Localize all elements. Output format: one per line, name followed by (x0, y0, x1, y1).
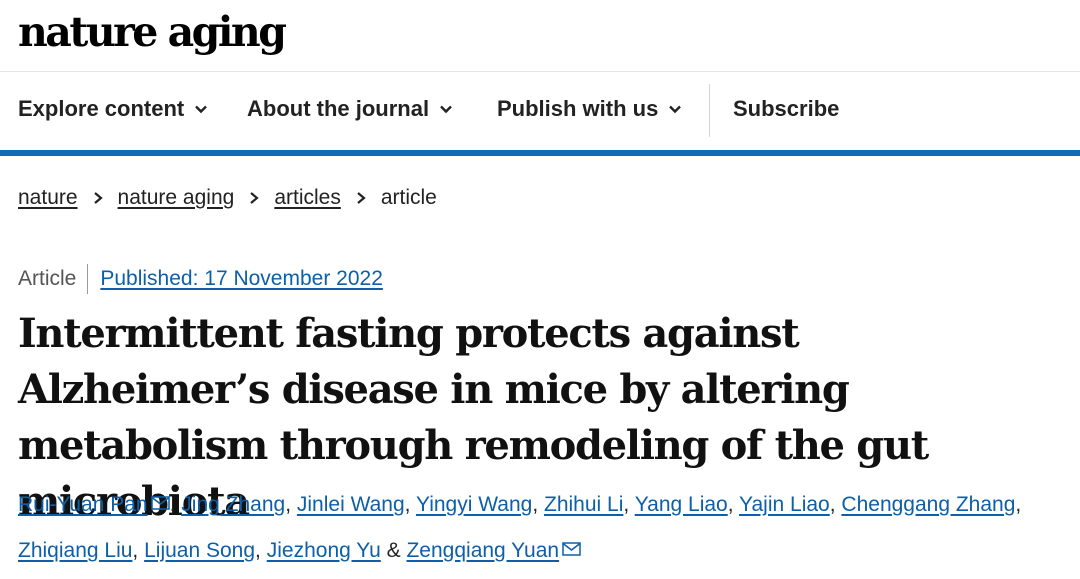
author-separator-last: & (386, 539, 401, 562)
article-type: Article (18, 267, 77, 290)
author-separator: , (404, 493, 411, 516)
header: nature aging (0, 0, 1080, 72)
author-link[interactable]: Zhihui Li (544, 493, 623, 516)
article-meta: Article Published: 17 November 2022 (18, 264, 383, 294)
author-separator: , (623, 493, 630, 516)
author-link[interactable]: Zhiqiang Liu (18, 539, 132, 562)
author-link[interactable]: Yang Liao (635, 493, 728, 516)
accent-rule (0, 150, 1080, 156)
author-separator: , (169, 493, 176, 516)
main-nav: Explore content About the journal Publis… (0, 72, 1080, 150)
author-separator: , (532, 493, 539, 516)
chevron-down-icon (669, 105, 682, 114)
subscribe-link[interactable]: Subscribe (733, 96, 839, 122)
author-separator: , (132, 539, 139, 562)
nav-publish-with-us[interactable]: Publish with us (497, 96, 682, 122)
envelope-icon[interactable] (150, 496, 170, 510)
published-date-link[interactable]: Published: 17 November 2022 (100, 267, 383, 291)
author-link[interactable]: Jiezhong Yu (267, 539, 381, 562)
author-link[interactable]: Yajin Liao (739, 493, 830, 516)
author-separator: , (285, 493, 292, 516)
author-link[interactable]: Lijuan Song (144, 539, 255, 562)
nav-label: Publish with us (497, 96, 659, 121)
author-separator: , (255, 539, 261, 562)
journal-logo[interactable]: nature aging (18, 6, 287, 58)
breadcrumb: nature nature aging articles article (18, 186, 437, 210)
meta-divider (87, 264, 89, 294)
chevron-right-icon (357, 192, 366, 204)
chevron-right-icon (93, 192, 103, 204)
author-link[interactable]: Zengqiang Yuan (406, 539, 559, 562)
author-separator: , (829, 493, 836, 516)
author-link[interactable]: Yingyi Wang (416, 493, 532, 516)
envelope-icon[interactable] (562, 542, 581, 556)
author-separator: , (1015, 493, 1022, 516)
chevron-right-icon (250, 192, 260, 204)
nav-about-journal[interactable]: About the journal (247, 96, 453, 122)
author-list: Rui-Yuan Pan, Jing Zhang, Jinlei Wang, Y… (18, 482, 1068, 574)
author-link[interactable]: Rui-Yuan Pan (18, 493, 148, 516)
breadcrumb-current: article (380, 186, 437, 209)
author-link[interactable]: Jinlei Wang (297, 493, 405, 516)
author-link[interactable]: Jing Zhang (181, 493, 285, 516)
chevron-down-icon (195, 105, 208, 114)
author-separator: , (727, 493, 734, 516)
chevron-down-icon (440, 105, 452, 114)
nav-label: About the journal (247, 96, 430, 121)
nav-divider (709, 84, 710, 137)
nav-label: Explore content (18, 96, 185, 121)
nav-explore-content[interactable]: Explore content (18, 96, 208, 122)
breadcrumb-link-articles[interactable]: articles (274, 186, 341, 210)
author-link[interactable]: Chenggang Zhang (841, 493, 1015, 516)
breadcrumb-link-nature[interactable]: nature (18, 186, 78, 210)
breadcrumb-link-nature-aging[interactable]: nature aging (118, 186, 235, 210)
